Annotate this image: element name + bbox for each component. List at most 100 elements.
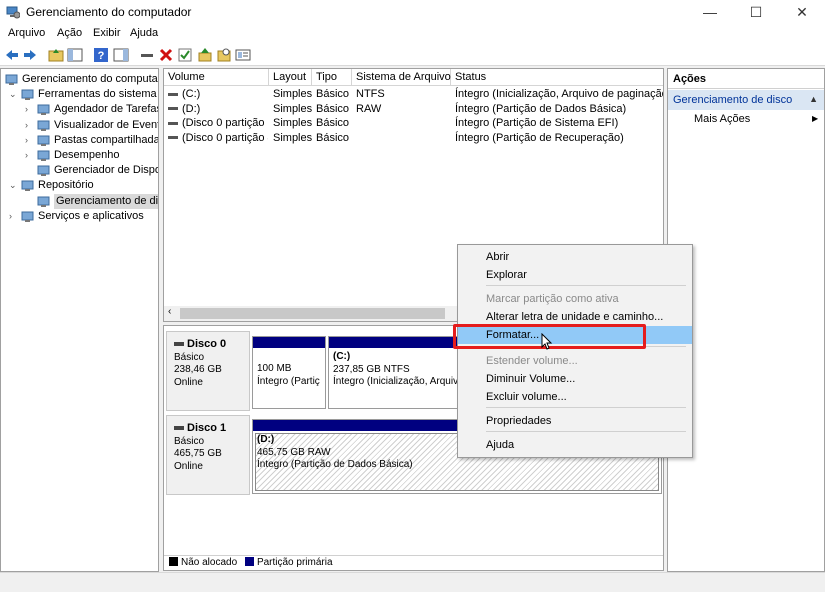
maximize-button[interactable]: ☐ (733, 0, 779, 26)
expand-chevron-icon[interactable]: ⌄ (9, 87, 19, 102)
tree-item[interactable]: › Serviços e aplicativos (9, 209, 158, 224)
context-menu-item[interactable]: Abrir (458, 248, 692, 266)
collapse-arrow-icon[interactable]: ▲ (809, 94, 818, 104)
menu-exibir[interactable]: Exibir (93, 27, 121, 39)
tools-icon (21, 89, 34, 101)
tree-item[interactable]: ⌄ Ferramentas do sistema (9, 87, 158, 102)
svg-text:?: ? (98, 50, 105, 62)
menu-separator (486, 285, 686, 286)
tree-item-label: Gerenciamento de disco (54, 193, 158, 209)
table-cell[interactable]: RAW (356, 102, 452, 116)
cell-text: Básico (316, 117, 350, 129)
table-cell[interactable]: Simples (273, 87, 313, 101)
table-cell[interactable] (356, 116, 452, 130)
disk-size: 465,75 GB (174, 448, 222, 459)
toolbar: ? (0, 44, 825, 66)
table-cell[interactable]: Simples (273, 131, 313, 145)
menu-separator (486, 407, 686, 408)
table-cell[interactable]: Simples (273, 116, 313, 130)
table-cell[interactable]: (Disco 0 partição 4) (168, 131, 268, 145)
cell-text: Simples (273, 131, 313, 144)
properties-icon[interactable] (235, 47, 251, 63)
table-cell[interactable]: Íntegro (Partição de Recuperação) (455, 131, 663, 145)
menu-arquivo[interactable]: Arquivo (8, 27, 45, 39)
cell-text: Básico (316, 131, 350, 144)
minimize-button[interactable]: — (687, 0, 733, 26)
scrollbar-thumb[interactable] (180, 308, 445, 319)
table-cell[interactable]: Básico (316, 116, 354, 130)
back-arrow-icon[interactable] (4, 47, 20, 63)
search-folder-icon[interactable] (216, 47, 232, 63)
tree-item[interactable]: Gerenciamento de disco (25, 193, 158, 209)
cell-text: (Disco 0 partição 1) (182, 117, 268, 129)
context-menu-item[interactable]: Ajuda (458, 436, 692, 454)
tree-item[interactable]: › Desempenho (25, 148, 158, 163)
window-title: Gerenciamento do computador (26, 5, 192, 19)
legend-primary: Partição primária (256, 557, 333, 568)
disk-1-label[interactable]: Disco 1 Básico 465,75 GB Online (166, 415, 250, 495)
tree-item-label: Visualizador de Eventos (54, 118, 158, 131)
partition-disk0-1[interactable]: 100 MB Íntegro (Partiç (252, 336, 326, 409)
show-hide-action-pane-icon[interactable] (113, 47, 129, 63)
import-icon[interactable] (197, 47, 213, 63)
legend-swatch-unallocated (169, 556, 178, 566)
context-menu-item[interactable]: Propriedades (458, 412, 692, 430)
disk-size: 238,46 GB (174, 364, 222, 375)
expand-chevron-icon[interactable]: › (25, 133, 35, 148)
expand-chevron-icon[interactable]: › (25, 102, 35, 117)
scroll-left-icon[interactable]: ‹ (168, 306, 171, 317)
tree-item-label: Ferramentas do sistema (38, 88, 157, 101)
close-button[interactable]: ✕ (779, 0, 825, 26)
expand-chevron-icon[interactable]: › (25, 148, 35, 163)
connect-icon[interactable] (139, 47, 155, 63)
table-cell[interactable]: Íntegro (Inicialização, Arquivo de pagin… (455, 87, 663, 101)
cell-text: Íntegro (Partição de Sistema EFI) (455, 117, 619, 129)
table-cell[interactable]: NTFS (356, 87, 452, 101)
cell-text: Básico (316, 88, 350, 100)
tree-item[interactable]: › Pastas compartilhadas (25, 133, 159, 148)
tree-item[interactable]: Gerenciamento do computad (5, 72, 158, 87)
tree-item[interactable]: ⌄ Repositório (9, 178, 158, 193)
forward-arrow-icon[interactable] (22, 47, 38, 63)
actions-section-disk-management[interactable]: Gerenciamento de disco ▲ (668, 90, 824, 110)
context-menu-item[interactable]: Excluir volume... (458, 388, 692, 406)
column-header-volume[interactable]: Volume (164, 69, 269, 86)
tree-item-label: Pastas compartilhadas (54, 133, 159, 146)
table-cell[interactable]: Básico (316, 87, 354, 101)
table-cell[interactable]: Simples (273, 102, 313, 116)
table-cell[interactable]: (Disco 0 partição 1) (168, 116, 268, 130)
more-actions-item[interactable]: Mais Ações (694, 113, 750, 125)
up-folder-icon[interactable] (48, 47, 64, 63)
column-header-status[interactable]: Status (451, 69, 663, 86)
table-cell[interactable]: (C:) (168, 87, 268, 101)
table-cell[interactable]: Íntegro (Partição de Sistema EFI) (455, 116, 663, 130)
menu-acao[interactable]: Ação (57, 27, 82, 39)
column-header-sistema-arquivos[interactable]: Sistema de Arquivos (352, 69, 456, 86)
disk-icon (174, 426, 184, 431)
clock-icon (37, 104, 50, 116)
column-header-layout[interactable]: Layout (269, 69, 312, 86)
tree-item[interactable]: › Visualizador de Eventos (25, 118, 158, 133)
disk-0-label[interactable]: Disco 0 Básico 238,46 GB Online (166, 331, 250, 411)
help-icon[interactable]: ? (93, 47, 109, 63)
table-cell[interactable]: Básico (316, 131, 354, 145)
services-icon (21, 211, 34, 222)
check-icon[interactable] (177, 47, 193, 63)
tree-item[interactable]: Gerenciador de Disposit (25, 163, 158, 178)
expand-chevron-icon[interactable]: ⌄ (9, 178, 19, 193)
expand-chevron-icon[interactable]: › (25, 118, 35, 133)
show-hide-tree-icon[interactable] (67, 47, 83, 63)
menu-ajuda[interactable]: Ajuda (130, 27, 158, 39)
delete-icon[interactable] (158, 47, 174, 63)
expand-chevron-icon[interactable]: › (9, 209, 19, 224)
tree-item[interactable]: › Agendador de Tarefas (25, 102, 158, 117)
table-cell[interactable]: Básico (316, 102, 354, 116)
context-menu-item[interactable]: Explorar (458, 266, 692, 284)
context-menu-item[interactable]: Diminuir Volume... (458, 370, 692, 388)
table-cell[interactable]: Íntegro (Partição de Dados Básica) (455, 102, 663, 116)
legend-swatch-primary (244, 556, 254, 566)
table-cell[interactable] (356, 131, 452, 145)
table-cell[interactable]: (D:) (168, 102, 268, 116)
menu-separator (486, 431, 686, 432)
column-header-tipo[interactable]: Tipo (312, 69, 352, 86)
